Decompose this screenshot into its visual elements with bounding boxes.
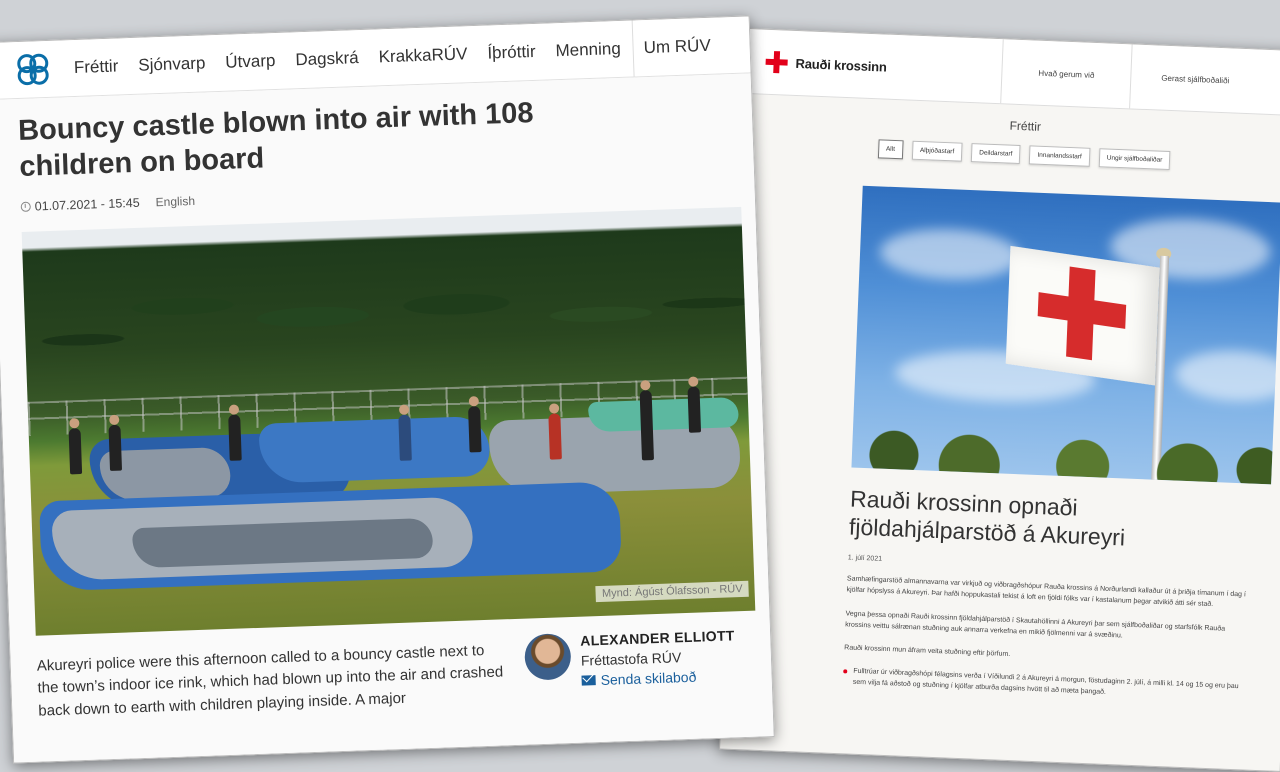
send-message-label: Senda skilaboð	[600, 668, 697, 688]
author-box: ALEXANDER ELLIOTT Fréttastofa RÚV Senda …	[523, 627, 737, 706]
redcross-logo-text: Rauði krossinn	[795, 55, 887, 75]
red-cross-icon	[765, 51, 788, 74]
redcross-article: Rauði krossinn opnaði fjöldahjálparstöð …	[843, 485, 1251, 703]
article-date: 1. júlí 2021	[847, 554, 883, 563]
nav-utvarp[interactable]: Útvarp	[214, 33, 286, 91]
redcross-header: Rauði krossinn Hvað gerum við Gerast sjá…	[746, 29, 1280, 117]
nav-gerast-sjalfbodalidi[interactable]: Gerast sjálfboðaliði	[1129, 44, 1261, 114]
author-avatar[interactable]	[523, 632, 572, 681]
nav-menning[interactable]: Menning	[545, 21, 632, 80]
filter-innanlandsstarf[interactable]: Innanlandsstarf	[1029, 145, 1091, 167]
article-paragraph: Vegna þessa opnaði Rauði krossinn fjölda…	[844, 609, 1226, 640]
author-name[interactable]: ALEXANDER ELLIOTT	[580, 627, 735, 648]
ruv-logo-icon[interactable]	[15, 52, 50, 87]
article-lead: Akureyri police were this afternoon call…	[36, 641, 504, 720]
article-title: Rauði krossinn opnaði fjöldahjálparstöð …	[848, 485, 1126, 551]
bouncy-castle-photo: Mynd: Ágúst Ólafsson - RÚV	[21, 206, 756, 636]
red-cross-flag	[1005, 245, 1160, 386]
filter-ungir-sjalfbodalidar[interactable]: Ungir sjálfboðaliðar	[1098, 148, 1171, 171]
send-message-link[interactable]: Senda skilaboð	[581, 667, 736, 688]
nav-hvad-gerum-vid[interactable]: Hvað gerum við	[1000, 39, 1132, 109]
photo-credit: Mynd: Ágúst Ólafsson - RÚV	[595, 580, 749, 602]
ruv-page: Fréttir Sjónvarp Útvarp Dagskrá KrakkaRÚ…	[0, 15, 775, 764]
article-paragraph: Samhæfingarstöð almannavarna var virkjuð…	[846, 575, 1247, 609]
author-org: Fréttastofa RÚV	[580, 648, 682, 669]
article-bullet: Fulltrúar úr viðbragðshópi félagsins ver…	[843, 665, 1244, 703]
nav-krakkaruv[interactable]: KrakkaRÚV	[368, 26, 479, 86]
ruv-article: Bouncy castle blown into air with 108 ch…	[0, 73, 775, 764]
language-link[interactable]: English	[155, 193, 195, 208]
nav-ithrottir[interactable]: Íþróttir	[476, 24, 546, 82]
nav-frettir[interactable]: Fréttir	[63, 38, 129, 96]
redcross-page: Rauði krossinn Hvað gerum við Gerast sjá…	[719, 28, 1280, 772]
nav-dagskra[interactable]: Dagskrá	[284, 30, 369, 89]
red-cross-flag-photo	[851, 185, 1280, 485]
article-lower: Akureyri police were this afternoon call…	[36, 627, 772, 723]
clock-icon	[20, 201, 31, 212]
filter-allt[interactable]: Allt	[877, 139, 904, 160]
nav-sjonvarp[interactable]: Sjónvarp	[127, 35, 216, 94]
envelope-icon	[581, 674, 596, 686]
article-date: 01.07.2021 - 15:45	[34, 195, 140, 213]
article-paragraph: Rauði krossinn mun áfram veita stuðning …	[844, 644, 1011, 658]
filter-althjodastarf[interactable]: Alþjóðastarf	[911, 140, 963, 162]
nav-um-ruv[interactable]: Um RÚV	[631, 17, 722, 77]
filter-deildarstarf[interactable]: Deildarstarf	[970, 143, 1021, 165]
redcross-logo[interactable]: Rauði krossinn	[765, 51, 1002, 82]
